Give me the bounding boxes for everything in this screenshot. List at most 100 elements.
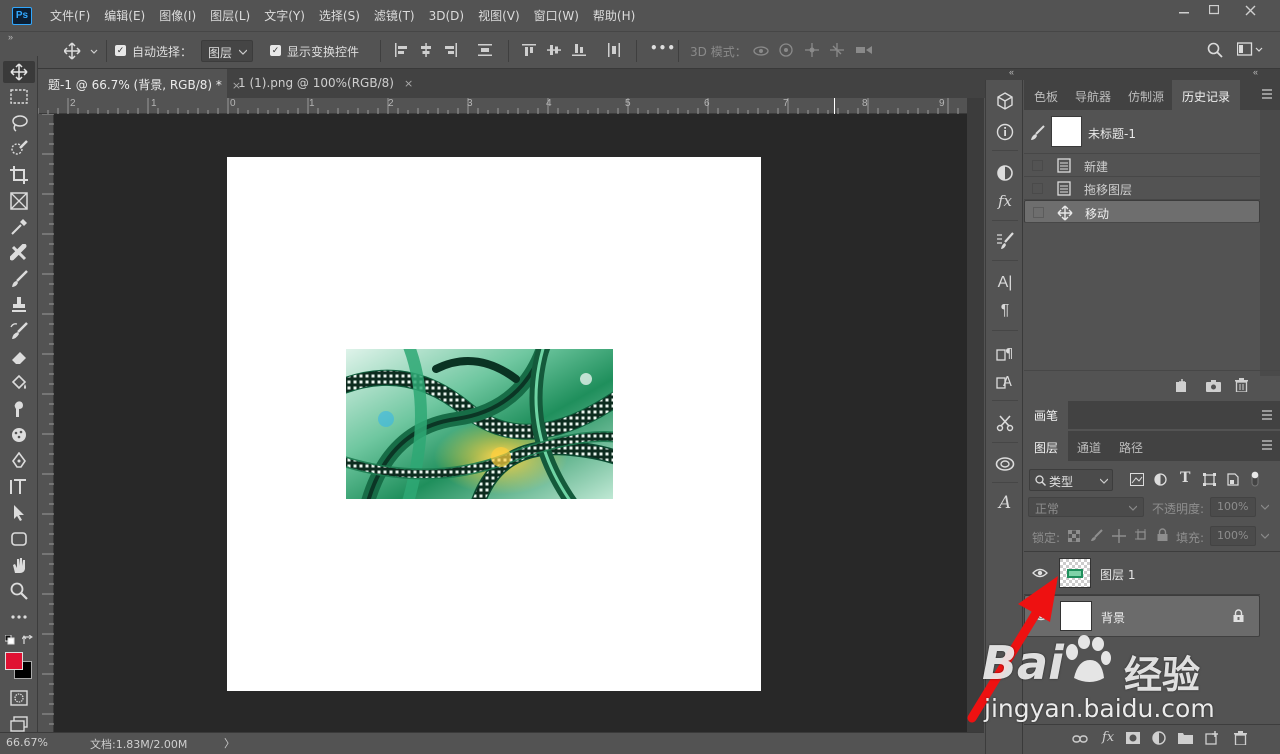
tab-history[interactable]: 历史记录 <box>1172 80 1241 110</box>
quick-selection-tool[interactable] <box>8 138 30 160</box>
camera-icon[interactable] <box>1206 379 1221 392</box>
path-selection-tool[interactable] <box>8 502 30 524</box>
delete-layer-icon[interactable] <box>1234 731 1247 745</box>
edit-toolbar-button[interactable] <box>8 606 30 628</box>
auto-select-checkbox[interactable]: ✓ <box>115 45 126 56</box>
new-layer-icon[interactable] <box>1205 731 1219 745</box>
auto-select-dropdown[interactable]: 图层 <box>201 40 253 62</box>
3d-scale-icon[interactable] <box>855 43 873 57</box>
move-tool[interactable] <box>3 61 35 83</box>
smudge-tool[interactable] <box>8 398 30 420</box>
lock-icon[interactable] <box>1233 609 1244 623</box>
history-brush-source-icon[interactable] <box>1030 125 1046 141</box>
document-canvas[interactable] <box>227 157 761 691</box>
layer-name[interactable]: 背景 <box>1101 609 1125 626</box>
add-layer-style-icon[interactable]: fx <box>1102 730 1114 745</box>
menu-file[interactable]: 文件(F) <box>50 7 90 24</box>
crop-tool[interactable] <box>8 164 30 186</box>
workspace-icon[interactable] <box>1237 42 1263 58</box>
3d-pan-icon[interactable] <box>804 43 820 57</box>
move-tool-preset-button[interactable] <box>64 42 100 60</box>
panels-collapse-icon[interactable]: « <box>1253 67 1258 77</box>
canvas-area[interactable] <box>54 114 967 732</box>
filter-smart-object-icon[interactable] <box>1227 473 1239 486</box>
styles-panel-button[interactable]: fx <box>994 190 1016 212</box>
link-layers-icon[interactable] <box>1072 734 1088 744</box>
shape-tool[interactable] <box>8 528 30 550</box>
trash-icon[interactable] <box>1235 378 1248 392</box>
hand-tool[interactable] <box>8 554 30 576</box>
type-tool[interactable] <box>8 476 30 498</box>
history-item-selected[interactable]: 移动 <box>1024 200 1260 223</box>
history-scrollbar[interactable] <box>1260 110 1280 376</box>
character-panel-button[interactable]: A| <box>994 272 1016 294</box>
chevron-down-icon[interactable] <box>1261 504 1269 510</box>
panel-menu-icon[interactable] <box>1262 440 1272 450</box>
quick-mask-button[interactable] <box>8 687 30 709</box>
filter-pixel-icon[interactable] <box>1130 473 1144 486</box>
character-styles-button[interactable]: A <box>994 370 1016 392</box>
default-colors-icon[interactable] <box>5 635 15 645</box>
frame-tool[interactable] <box>8 190 30 212</box>
history-brush-source-box[interactable] <box>1032 183 1043 194</box>
menu-image[interactable]: 图像(I) <box>159 7 196 24</box>
filter-type-icon[interactable]: T <box>1180 470 1190 486</box>
distribute-horizontal-icon[interactable] <box>607 43 621 57</box>
add-mask-icon[interactable] <box>1126 732 1140 744</box>
lock-all-icon[interactable] <box>1157 528 1168 542</box>
3d-roll-icon[interactable] <box>778 43 794 57</box>
swap-colors-icon[interactable] <box>22 635 33 646</box>
lock-position-icon[interactable] <box>1112 529 1126 543</box>
align-top-icon[interactable] <box>522 43 536 57</box>
menu-view[interactable]: 视图(V) <box>478 7 520 24</box>
chevron-down-icon[interactable] <box>1261 533 1269 539</box>
tab-channels[interactable]: 通道 <box>1067 431 1111 461</box>
menu-select[interactable]: 选择(S) <box>319 7 360 24</box>
fill-field[interactable]: 100% <box>1210 526 1256 546</box>
menu-3d[interactable]: 3D(D) <box>429 9 464 23</box>
tab-1-png[interactable]: 1 (1).png @ 100%(RGB/8) × <box>228 69 413 98</box>
maximize-button[interactable] <box>1198 0 1230 20</box>
3d-slide-icon[interactable] <box>829 43 845 57</box>
info-panel-button[interactable] <box>994 121 1016 143</box>
film-strip-image-layer[interactable] <box>346 349 613 499</box>
paragraph-panel-button[interactable]: ¶ <box>994 300 1016 322</box>
history-item[interactable]: 拖移图层 <box>1024 177 1260 200</box>
eraser-tool[interactable] <box>8 346 30 368</box>
menu-layer[interactable]: 图层(L) <box>210 7 250 24</box>
zoom-level[interactable]: 66.67% <box>6 736 48 749</box>
glyphs-panel-button[interactable]: A <box>994 492 1016 514</box>
paragraph-styles-button[interactable]: ¶ <box>994 342 1016 364</box>
lock-transparent-pixels-icon[interactable] <box>1068 530 1080 542</box>
adjustment-layer-icon[interactable] <box>1152 731 1166 745</box>
new-group-icon[interactable] <box>1178 731 1193 744</box>
adjustments-panel-button[interactable] <box>994 162 1016 184</box>
foreground-color-swatch[interactable] <box>5 652 23 670</box>
search-icon[interactable] <box>1207 42 1223 58</box>
menu-filter[interactable]: 滤镜(T) <box>374 7 415 24</box>
filter-toggle-switch[interactable] <box>1250 470 1260 488</box>
align-bottom-icon[interactable] <box>572 43 586 57</box>
libraries-panel-button[interactable] <box>994 452 1016 474</box>
history-brush-source-box[interactable] <box>1032 160 1043 171</box>
layer-filter-dropdown[interactable]: 类型 <box>1029 469 1113 491</box>
healing-brush-tool[interactable] <box>8 242 30 264</box>
tool-presets-button[interactable] <box>994 412 1016 434</box>
tab-layers[interactable]: 图层 <box>1024 431 1069 461</box>
dock-collapse-icon[interactable]: « <box>1009 67 1014 77</box>
history-snapshot[interactable]: 未标题-1 <box>1024 110 1260 154</box>
history-brush-source-box[interactable] <box>1033 207 1044 218</box>
collapse-toolbar-icon[interactable]: » <box>8 32 13 42</box>
brush-settings-panel-button[interactable] <box>994 230 1016 252</box>
lock-image-pixels-icon[interactable] <box>1090 529 1103 542</box>
show-transform-checkbox[interactable]: ✓ <box>270 45 281 56</box>
tab-untitled-1[interactable]: 题-1 @ 66.7% (背景, RGB/8) * × <box>38 69 241 98</box>
paint-bucket-tool[interactable] <box>8 372 30 394</box>
pen-tool[interactable] <box>8 450 30 472</box>
menu-type[interactable]: 文字(Y) <box>264 7 305 24</box>
lock-artboard-icon[interactable] <box>1135 529 1148 542</box>
blend-mode-dropdown[interactable]: 正常 <box>1028 497 1144 517</box>
eyedropper-tool[interactable] <box>8 216 30 238</box>
zoom-tool[interactable] <box>8 580 30 602</box>
history-item[interactable]: 新建 <box>1024 154 1260 177</box>
